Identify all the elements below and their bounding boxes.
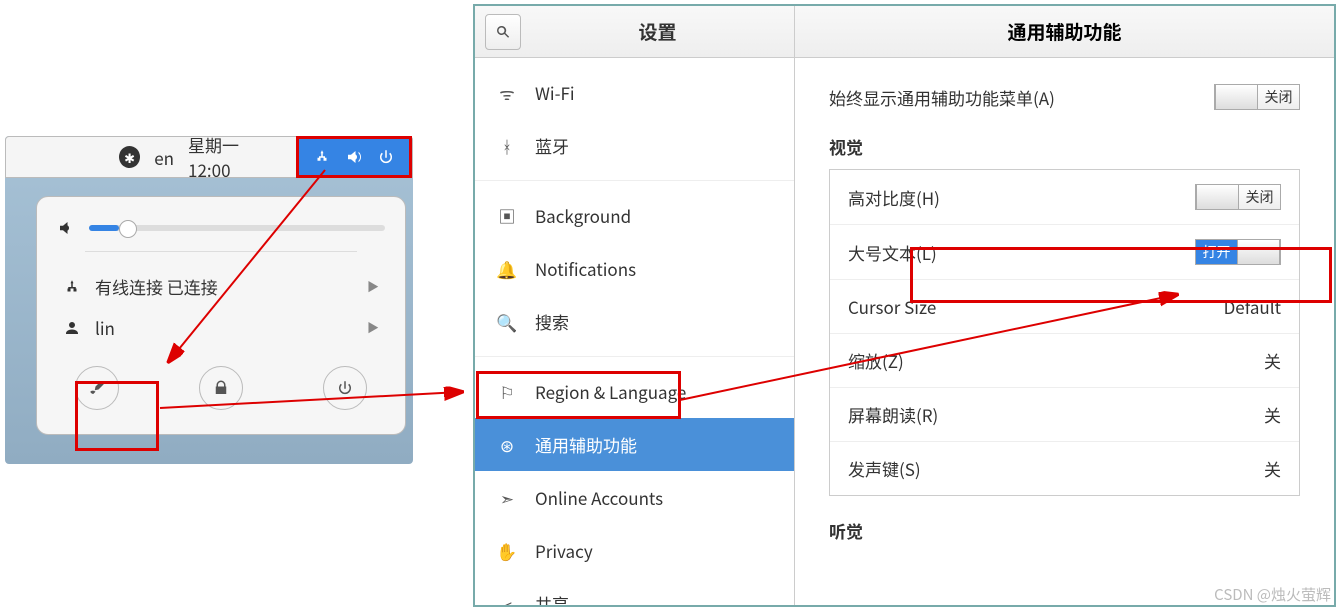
input-language[interactable]: en [154,145,174,170]
tools-icon [88,379,106,397]
search-icon [494,23,512,41]
sound-keys-row[interactable]: 发声键(S) 关 [830,442,1299,495]
sidebar-title: 设置 [521,18,794,45]
power-icon [336,379,354,397]
large-text-row[interactable]: 大号文本(L) 打开 [830,225,1299,280]
sidebar-item-accessibility[interactable]: ⊛通用辅助功能 [475,418,794,471]
settings-button[interactable] [75,366,119,410]
system-tray[interactable] [296,136,412,178]
zoom-label: 缩放(Z) [848,348,904,373]
cursor-size-row[interactable]: Cursor Size Default [830,280,1299,334]
switch-knob [1215,85,1258,109]
search-button[interactable] [485,14,521,50]
accessibility-icon: ⊛ [497,432,517,457]
chevron-right-icon: ▶ [367,319,379,336]
sidebar-item-search[interactable]: 🔍搜索 [475,295,794,348]
cursor-size-label: Cursor Size [848,294,936,319]
wired-icon [63,278,81,296]
zoom-value: 关 [1264,348,1281,373]
screen-reader-row[interactable]: 屏幕朗读(R) 关 [830,388,1299,442]
wired-connection-label: 有线连接 已连接 [95,274,218,299]
separator [85,251,357,252]
section-visual-title: 视觉 [829,134,1300,159]
screen-reader-label: 屏幕朗读(R) [848,402,938,427]
share-icon: ⪪ [497,591,517,605]
sound-keys-value: 关 [1264,456,1281,481]
lock-icon [212,379,230,397]
high-contrast-label: 高对比度(H) [848,185,940,210]
high-contrast-switch[interactable]: 关闭 [1195,184,1281,210]
content-body: 始终显示通用辅助功能菜单(A) 关闭 视觉 高对比度(H) 关闭 大号文本(L) [795,58,1334,605]
bluetooth-icon: ᚼ [497,133,517,158]
cursor-size-value: Default [1224,294,1281,319]
sound-keys-label: 发声键(S) [848,456,921,481]
settings-sidebar: 设置 ᯤWi-Fi ᚼ蓝牙 ▣Background 🔔Notifications… [475,6,795,605]
lock-button[interactable] [199,366,243,410]
hand-icon: ✋ [497,538,517,563]
clock-label[interactable]: 星期一 12:00 [188,132,282,182]
sidebar-item-sharing[interactable]: ⪪共享 [475,577,794,605]
speaker-icon [57,219,75,237]
network-icon [313,148,331,166]
switch-off-label: 关闭 [1258,85,1299,109]
sidebar-item-region[interactable]: ⚐Region & Language [475,365,794,418]
screen-reader-value: 关 [1264,402,1281,427]
visual-options-box: 高对比度(H) 关闭 大号文本(L) 打开 Cursor Size Defaul [829,169,1300,496]
high-contrast-row[interactable]: 高对比度(H) 关闭 [830,170,1299,225]
section-hearing-title: 听觉 [829,518,1300,543]
sidebar-list: ᯤWi-Fi ᚼ蓝牙 ▣Background 🔔Notifications 🔍搜… [475,58,794,605]
background-icon: ▣ [497,203,517,228]
user-icon [63,319,81,337]
sidebar-item-bluetooth[interactable]: ᚼ蓝牙 [475,119,794,172]
volume-slider[interactable] [89,225,385,231]
accounts-icon: ➣ [497,485,517,510]
settings-content: 通用辅助功能 始终显示通用辅助功能菜单(A) 关闭 视觉 高对比度(H) 关闭 [795,6,1334,605]
sidebar-item-privacy[interactable]: ✋Privacy [475,524,794,577]
top-panel: ✱ en 星期一 12:00 [5,136,413,178]
always-show-row: 始终显示通用辅助功能菜单(A) 关闭 [829,84,1300,110]
accessibility-icon[interactable]: ✱ [119,146,140,168]
volume-row [57,219,385,237]
sidebar-item-online-accounts[interactable]: ➣Online Accounts [475,471,794,524]
always-show-label: 始终显示通用辅助功能菜单(A) [829,85,1055,110]
flag-icon: ⚐ [497,379,517,404]
chevron-right-icon: ▶ [367,278,379,295]
always-show-switch[interactable]: 关闭 [1214,84,1300,110]
user-label: lin [95,315,115,340]
content-title: 通用辅助功能 [795,6,1334,58]
sidebar-header: 设置 [475,6,794,58]
settings-window: 设置 ᯤWi-Fi ᚼ蓝牙 ▣Background 🔔Notifications… [473,4,1336,607]
user-item[interactable]: lin ▶ [57,307,385,348]
large-text-switch[interactable]: 打开 [1195,239,1281,265]
wifi-icon: ᯤ [497,80,517,105]
system-menu-popup: 有线连接 已连接 ▶ lin ▶ [36,196,406,435]
zoom-row[interactable]: 缩放(Z) 关 [830,334,1299,388]
sidebar-item-notifications[interactable]: 🔔Notifications [475,242,794,295]
volume-icon [345,148,363,166]
sidebar-item-wifi[interactable]: ᯤWi-Fi [475,66,794,119]
power-button[interactable] [323,366,367,410]
search-icon: 🔍 [497,309,517,334]
power-icon [377,148,395,166]
sidebar-item-background[interactable]: ▣Background [475,189,794,242]
wired-connection-item[interactable]: 有线连接 已连接 ▶ [57,266,385,307]
large-text-label: 大号文本(L) [848,240,937,265]
action-button-row [57,366,385,410]
watermark: CSDN @烛火萤辉 [1214,584,1331,605]
bell-icon: 🔔 [497,256,517,281]
